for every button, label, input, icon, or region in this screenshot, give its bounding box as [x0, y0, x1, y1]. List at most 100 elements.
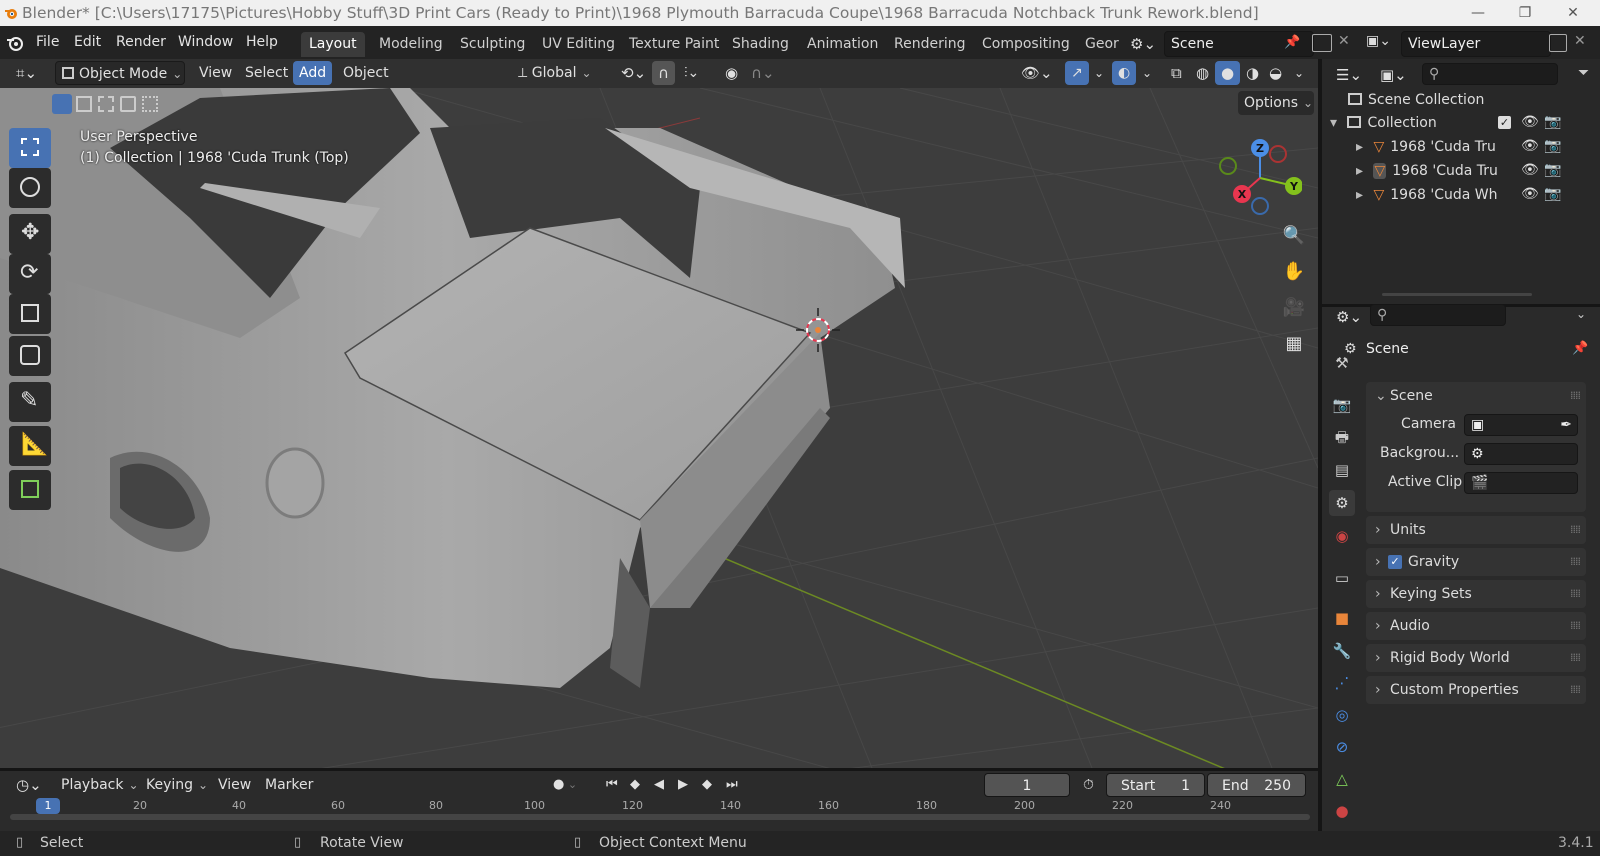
expand-chevron-icon[interactable]: ▸	[1356, 187, 1363, 203]
visibility-icon[interactable]: 👁⌄	[1015, 61, 1059, 85]
tab-rendering[interactable]: Rendering	[886, 32, 974, 57]
properties-search-input[interactable]: ⚲	[1370, 304, 1506, 326]
outliner-scrollbar[interactable]	[1382, 293, 1532, 296]
data-tab-icon[interactable]: △	[1329, 766, 1355, 792]
snap-target-icon[interactable]: ⫶⌄	[678, 61, 705, 85]
object-tab-icon[interactable]: ■	[1329, 605, 1355, 631]
menu-help[interactable]: Help	[241, 31, 283, 54]
car-body-mesh[interactable]	[0, 88, 905, 688]
xray-toggle-icon[interactable]: ⧉	[1165, 61, 1188, 85]
outliner-object-1[interactable]: ▸ ▽ 1968 'Cuda Tru	[1356, 139, 1501, 155]
overlays-menu-icon[interactable]: ⌄	[1136, 61, 1158, 85]
menu-render[interactable]: Render	[111, 31, 171, 54]
constraints-tab-icon[interactable]: ⊘	[1329, 734, 1355, 760]
material-preview-icon[interactable]: ◑	[1240, 61, 1265, 85]
view-layer-tab-icon[interactable]: ▤	[1329, 457, 1355, 483]
delete-scene-icon[interactable]: ✕	[1338, 33, 1350, 49]
expand-chevron-icon[interactable]: ›	[1375, 676, 1381, 704]
shading-menu-icon[interactable]: ⌄	[1288, 61, 1310, 85]
background-scene-field[interactable]: ⚙	[1464, 443, 1578, 465]
zoom-icon[interactable]: 🔍	[1278, 220, 1310, 252]
frame-ruler[interactable]: 1 20 40 60 80 100 120 140 160 180 200 22…	[0, 791, 1318, 831]
rigid-body-world-panel[interactable]: › Rigid Body World ⁞⁞⁞⁞	[1366, 644, 1586, 672]
drag-handle-icon[interactable]: ⁞⁞⁞⁞	[1570, 644, 1581, 672]
expand-chevron-icon[interactable]: ▾	[1330, 115, 1337, 131]
tab-animation[interactable]: Animation	[799, 32, 886, 57]
select-intersect-icon[interactable]	[142, 96, 158, 112]
visibility-eye-icon[interactable]: 👁	[1521, 138, 1539, 154]
tool-settings-tab-icon[interactable]: ⚒	[1329, 350, 1355, 376]
blender-menu-icon[interactable]	[6, 34, 24, 52]
expand-chevron-icon[interactable]: ▸	[1356, 139, 1363, 155]
display-mode-icon[interactable]: ▣⌄	[1374, 63, 1413, 87]
solid-shading-icon[interactable]: ●	[1215, 61, 1241, 85]
close-window-button[interactable]: ✕	[1550, 0, 1596, 26]
audio-panel[interactable]: › Audio ⁞⁞⁞⁞	[1366, 612, 1586, 640]
scene-selector-icon[interactable]: ⚙⌄	[1130, 32, 1164, 56]
eyedropper-icon[interactable]: ✒	[1560, 415, 1572, 435]
tab-sculpting[interactable]: Sculpting	[452, 32, 533, 57]
expand-chevron-icon[interactable]: ›	[1375, 644, 1381, 672]
collection-tab-icon[interactable]: ▭	[1329, 565, 1355, 591]
drag-handle-icon[interactable]: ⁞⁞⁞⁞	[1570, 612, 1581, 640]
tool-scale[interactable]	[9, 294, 51, 334]
properties-editor-type-icon[interactable]: ⚙⌄	[1330, 305, 1368, 329]
camera-field[interactable]: ▣ ✒	[1464, 414, 1578, 436]
gizmo-toggle-icon[interactable]: ↗	[1065, 61, 1089, 85]
editor-type-icon[interactable]: ⌗⌄	[10, 61, 43, 85]
viewlayer-selector-icon[interactable]: ▣⌄	[1366, 33, 1400, 55]
outliner-scene-collection[interactable]: Scene Collection	[1348, 92, 1484, 108]
render-camera-icon[interactable]: 📷	[1544, 186, 1561, 202]
drag-handle-icon[interactable]: ⁞⁞⁞⁞	[1570, 516, 1581, 544]
viewlayer-name-field[interactable]: ViewLayer	[1401, 31, 1551, 57]
tab-geometry-nodes[interactable]: Geor	[1077, 32, 1127, 57]
scene-tab-icon[interactable]: ⚙	[1329, 490, 1355, 516]
overlays-toggle-icon[interactable]: ◐	[1112, 61, 1137, 85]
rendered-shading-icon[interactable]: ◒	[1263, 61, 1288, 85]
drag-handle-icon[interactable]: ⁞⁞⁞⁞	[1570, 676, 1581, 704]
menu-add[interactable]: Add	[293, 61, 333, 85]
drag-handle-icon[interactable]: ⁞⁞⁞⁞	[1570, 548, 1581, 576]
tab-shading[interactable]: Shading	[724, 32, 797, 57]
select-new-icon[interactable]	[52, 94, 72, 114]
tool-measure[interactable]: 📐	[9, 426, 51, 466]
outliner-object-3[interactable]: ▸ ▽ 1968 'Cuda Wh	[1356, 187, 1501, 203]
wireframe-shading-icon[interactable]: ◍	[1190, 61, 1215, 85]
active-clip-field[interactable]: 🎬	[1464, 472, 1578, 494]
tab-compositing[interactable]: Compositing	[974, 32, 1078, 57]
viewport-scene[interactable]	[0, 88, 1318, 768]
modifier-tab-icon[interactable]: 🔧	[1329, 638, 1355, 664]
delete-viewlayer-icon[interactable]: ✕	[1574, 33, 1586, 49]
fuel-cap[interactable]	[265, 447, 325, 519]
menu-edit[interactable]: Edit	[69, 31, 106, 54]
transform-orientation-dropdown[interactable]: ⟂ Global	[512, 61, 604, 85]
menu-object[interactable]: Object	[337, 61, 395, 85]
pivot-point-icon[interactable]: ⟲⌄	[615, 61, 652, 85]
collection-exclude-checkbox[interactable]: ✓	[1498, 116, 1511, 129]
material-tab-icon[interactable]: ●	[1329, 798, 1355, 824]
render-camera-icon[interactable]: 📷	[1544, 114, 1561, 130]
tool-transform[interactable]	[9, 336, 51, 376]
gravity-checkbox[interactable]: ✓	[1388, 555, 1402, 569]
custom-properties-panel[interactable]: › Custom Properties ⁞⁞⁞⁞	[1366, 676, 1586, 704]
expand-chevron-icon[interactable]: ›	[1375, 548, 1381, 576]
output-tab-icon[interactable]: 🖶	[1329, 424, 1355, 450]
tool-annotate[interactable]: ✎	[9, 382, 51, 422]
maximize-button[interactable]: ❐	[1502, 0, 1548, 26]
outliner-search-input[interactable]: ⚲	[1422, 63, 1558, 85]
scene-subpanel-title[interactable]: Scene	[1390, 382, 1433, 410]
render-tab-icon[interactable]: 📷	[1329, 392, 1355, 418]
tool-rotate[interactable]: ⟳	[9, 254, 51, 294]
tab-modeling[interactable]: Modeling	[371, 32, 451, 57]
gizmo-menu-icon[interactable]: ⌄	[1088, 61, 1110, 85]
visibility-eye-icon[interactable]: 👁	[1521, 186, 1539, 202]
tab-layout[interactable]: Layout	[301, 32, 365, 57]
particles-tab-icon[interactable]: ⋰	[1329, 670, 1355, 696]
pin-icon[interactable]: 📌	[1572, 341, 1588, 356]
new-viewlayer-icon[interactable]	[1549, 34, 1567, 52]
expand-chevron-icon[interactable]: ›	[1375, 516, 1381, 544]
menu-view[interactable]: View	[193, 61, 238, 85]
keying-sets-panel[interactable]: › Keying Sets ⁞⁞⁞⁞	[1366, 580, 1586, 608]
menu-file[interactable]: File	[31, 31, 64, 54]
pan-hand-icon[interactable]: ✋	[1278, 256, 1310, 288]
